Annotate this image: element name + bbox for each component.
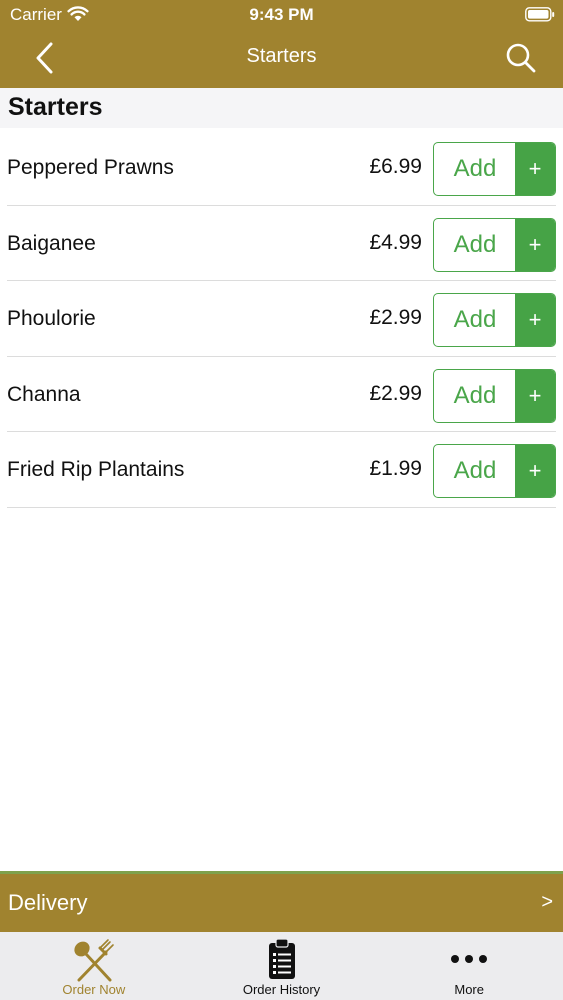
item-name: Peppered Prawns bbox=[7, 156, 174, 179]
nav-header: Carrier 9:43 PM Starters bbox=[0, 0, 563, 88]
menu-item: Channa £2.99 Add + bbox=[7, 357, 556, 433]
add-label: Add bbox=[453, 457, 497, 485]
plus-icon: + bbox=[515, 143, 555, 195]
menu-item: Fried Rip Plantains £1.99 Add + bbox=[7, 432, 556, 508]
search-button[interactable] bbox=[503, 40, 539, 76]
item-name: Channa bbox=[7, 382, 81, 406]
tab-label: Order History bbox=[242, 982, 321, 997]
item-price: £6.99 bbox=[369, 155, 422, 178]
section-title: Starters bbox=[8, 93, 103, 121]
add-button[interactable]: Add + bbox=[433, 293, 556, 348]
tab-order-now[interactable]: Order Now bbox=[0, 932, 188, 1000]
delivery-button[interactable]: Delivery > bbox=[0, 874, 563, 932]
item-name: Baiganee bbox=[7, 231, 96, 255]
item-price: £4.99 bbox=[369, 230, 422, 254]
plus-icon: + bbox=[515, 218, 555, 271]
item-price: £2.99 bbox=[369, 306, 422, 330]
add-label: Add bbox=[453, 155, 497, 182]
page-title: Starters bbox=[246, 45, 317, 67]
status-bar: Carrier 9:43 PM bbox=[0, 0, 563, 30]
battery-icon bbox=[525, 7, 555, 22]
tab-more[interactable]: More bbox=[375, 932, 563, 1000]
add-label: Add bbox=[453, 381, 497, 409]
delivery-label: Delivery bbox=[8, 890, 88, 915]
add-button[interactable]: Add + bbox=[433, 368, 556, 423]
chevron-right-icon: > bbox=[541, 891, 553, 913]
tab-bar: Order Now Order History More bbox=[0, 932, 563, 1000]
menu-item: Phoulorie £2.99 Add + bbox=[7, 281, 556, 357]
menu-list: Peppered Prawns £6.99 Add + Baiganee £4.… bbox=[0, 130, 563, 508]
status-time: 9:43 PM bbox=[249, 5, 314, 24]
app-screen: Carrier 9:43 PM Starters Starters Pepper… bbox=[0, 0, 563, 1000]
item-name: Fried Rip Plantains bbox=[7, 458, 185, 482]
add-button[interactable]: Add + bbox=[433, 444, 556, 499]
more-dots-icon bbox=[451, 955, 488, 963]
plus-icon: + bbox=[515, 445, 555, 498]
tab-order-history[interactable]: Order History bbox=[188, 932, 376, 1000]
fork-spoon-icon bbox=[74, 939, 114, 982]
menu-item: Peppered Prawns £6.99 Add + bbox=[7, 130, 556, 206]
tab-label: More bbox=[454, 982, 484, 997]
clipboard-list-icon bbox=[268, 938, 295, 979]
plus-icon: + bbox=[515, 294, 555, 347]
add-button[interactable]: Add + bbox=[433, 217, 556, 272]
item-price: £2.99 bbox=[369, 381, 422, 405]
add-button[interactable]: Add + bbox=[433, 142, 556, 196]
item-name: Phoulorie bbox=[7, 307, 96, 331]
add-label: Add bbox=[453, 306, 497, 334]
item-price: £1.99 bbox=[369, 457, 422, 481]
add-label: Add bbox=[453, 230, 497, 258]
tab-label: Order Now bbox=[62, 982, 126, 997]
search-icon bbox=[506, 43, 536, 73]
plus-icon: + bbox=[515, 369, 555, 422]
menu-item: Baiganee £4.99 Add + bbox=[7, 206, 556, 282]
section-header: Starters bbox=[0, 88, 563, 128]
